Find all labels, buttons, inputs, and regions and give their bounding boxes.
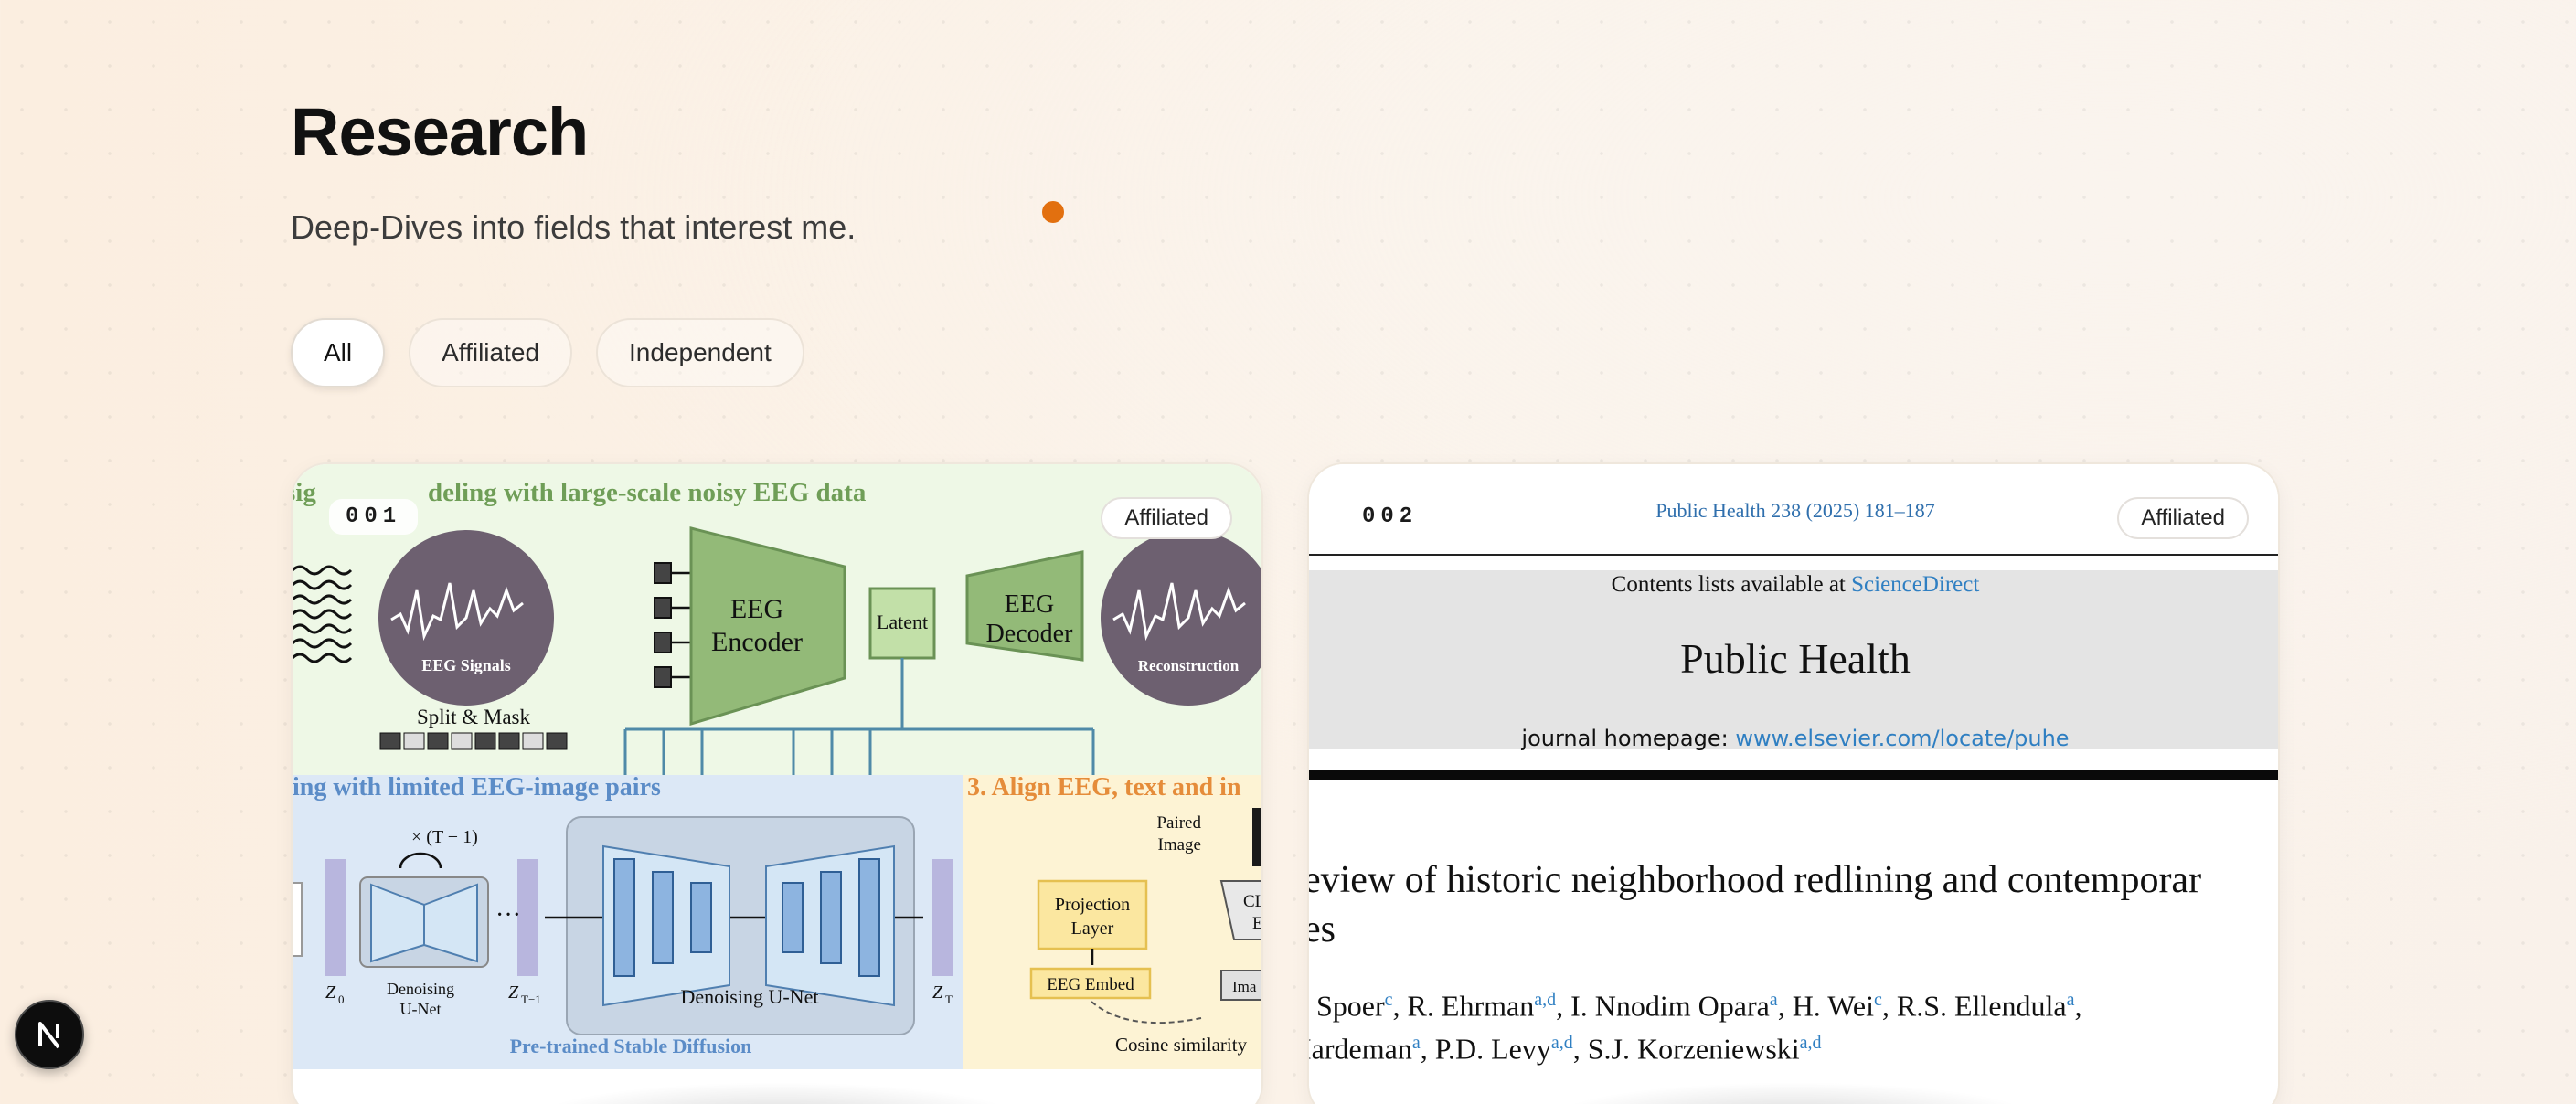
nextjs-logo-icon xyxy=(38,1022,60,1049)
accent-dot xyxy=(1042,201,1064,223)
svg-text:Encoder: Encoder xyxy=(711,627,803,657)
page-title: Research xyxy=(291,94,589,170)
card-bottom-shadow xyxy=(1547,1082,2040,1104)
svg-text:Reconstruction: Reconstruction xyxy=(1138,657,1240,674)
split-mask-label: Split & Mask xyxy=(417,706,530,728)
svg-text:Z: Z xyxy=(932,982,943,1003)
paper-title: eview of historic neighborhood redlining… xyxy=(1309,859,2202,950)
paper-homepage-line: journal homepage: www.elsevier.com/locat… xyxy=(1521,726,2070,751)
card-figure-paper-page: Public Health 238 (2025) 181–187 Content… xyxy=(1309,464,2278,1086)
svg-text:EEG: EEG xyxy=(1005,590,1054,619)
svg-text:EEG: EEG xyxy=(730,594,783,624)
svg-text:Pre-trained Stable Diffusion: Pre-trained Stable Diffusion xyxy=(510,1035,752,1057)
svg-text:× (T − 1): × (T − 1) xyxy=(411,827,478,847)
card-badge-affiliated: Affiliated xyxy=(2117,497,2249,539)
card-figure-eeg-diagram: sig deling with large-scale noisy EEG da… xyxy=(293,464,1263,1069)
svg-text:CLI: CLI xyxy=(1243,892,1263,911)
section2-label: ing with limited EEG-image pairs xyxy=(293,773,661,801)
nextjs-dev-tools-button[interactable] xyxy=(15,1000,84,1069)
card-number: 001 xyxy=(329,499,419,535)
svg-text:Projection: Projection xyxy=(1055,895,1130,915)
research-card-002[interactable]: Public Health 238 (2025) 181–187 Content… xyxy=(1307,462,2280,1104)
svg-text:Latent: Latent xyxy=(877,610,928,633)
section3-label: 3. Align EEG, text and in xyxy=(967,773,1241,801)
svg-text:Image: Image xyxy=(1158,835,1201,855)
paper-rule xyxy=(1309,554,2278,556)
page-subtitle: Deep-Dives into fields that interest me. xyxy=(291,208,857,246)
svg-text:Denoising: Denoising xyxy=(387,980,454,998)
filter-all-button[interactable]: All xyxy=(291,318,386,387)
svg-text:T: T xyxy=(945,993,953,1006)
svg-text:T−1: T−1 xyxy=(521,993,541,1006)
svg-text:Z: Z xyxy=(508,982,519,1003)
card-number: 002 xyxy=(1346,499,1435,535)
sciencedirect-link: ScienceDirect xyxy=(1851,572,1980,597)
svg-text:Layer: Layer xyxy=(1071,918,1114,939)
svg-text:Cosine similarity: Cosine similarity xyxy=(1115,1034,1248,1056)
figure-header-text: deling with large-scale noisy EEG data xyxy=(428,478,867,507)
svg-text:Z: Z xyxy=(325,982,336,1003)
svg-text:U-Net: U-Net xyxy=(400,1000,442,1018)
svg-text:Ima: Ima xyxy=(1232,978,1257,995)
research-card-001[interactable]: sig deling with large-scale noisy EEG da… xyxy=(291,462,1263,1104)
svg-text:0: 0 xyxy=(338,993,345,1006)
svg-text:Paired: Paired xyxy=(1156,813,1201,833)
eeg-signals-label: EEG Signals xyxy=(421,656,511,674)
svg-text:Decoder: Decoder xyxy=(986,620,1074,648)
paper-journal-name: Public Health xyxy=(1680,635,1911,682)
filter-affiliated-button[interactable]: Affiliated xyxy=(409,318,573,387)
paper-authors: . Spoerc, R. Ehrmana,d, I. Nnodim Oparaa… xyxy=(1309,989,2082,1066)
card-bottom-shadow xyxy=(530,1082,1024,1104)
svg-text:EEG Embed: EEG Embed xyxy=(1047,975,1134,994)
svg-text:E: E xyxy=(1252,914,1263,933)
figure-header-left: sig xyxy=(293,478,316,507)
filter-independent-button[interactable]: Independent xyxy=(596,318,804,387)
card-badge-affiliated: Affiliated xyxy=(1101,497,1232,539)
svg-text:Denoising U-Net: Denoising U-Net xyxy=(681,985,819,1008)
svg-text:···: ··· xyxy=(495,901,521,929)
journal-homepage-link: www.elsevier.com/locate/puhe xyxy=(1735,726,2070,751)
paper-thick-rule xyxy=(1309,770,2278,780)
paper-contents-line: Contents lists available at ScienceDirec… xyxy=(1611,572,1980,597)
filter-bar: All Affiliated Independent xyxy=(291,318,804,387)
